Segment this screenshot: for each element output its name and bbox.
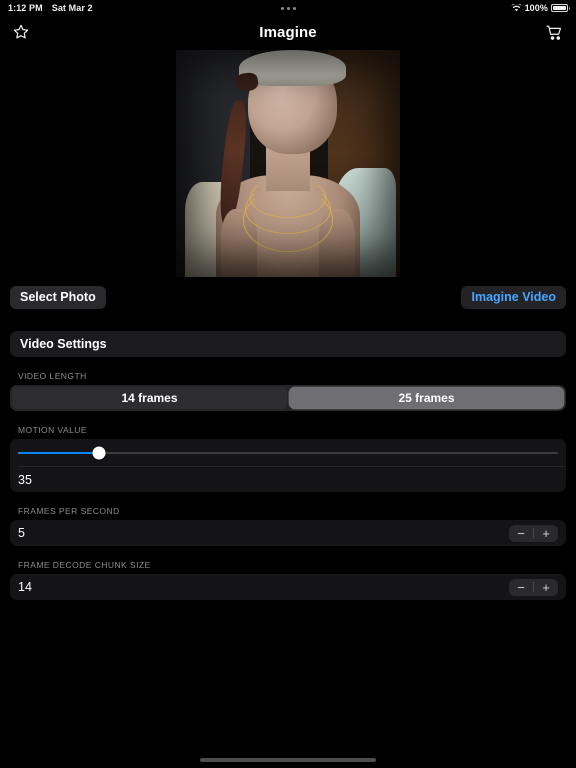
status-date: Sat Mar 2 xyxy=(51,3,93,13)
increment-icon[interactable]: + xyxy=(534,527,558,540)
selected-photo[interactable] xyxy=(176,50,400,277)
frames-per-second-value: 5 xyxy=(18,526,25,540)
frames-per-second-label: FRAMES PER SECOND xyxy=(18,506,120,516)
decrement-icon[interactable]: − xyxy=(509,581,533,594)
wifi-icon xyxy=(510,4,522,12)
frame-decode-chunk-size-label: FRAME DECODE CHUNK SIZE xyxy=(18,560,151,570)
app-screen: 1:12 PM Sat Mar 2 100% Imagine Select Ph… xyxy=(0,0,576,768)
video-settings-header: Video Settings xyxy=(10,331,566,357)
frames-per-second-stepper[interactable]: − + xyxy=(509,524,558,542)
imagine-video-button[interactable]: Imagine Video xyxy=(461,285,566,309)
cart-icon[interactable] xyxy=(545,23,564,42)
segment-25-frames[interactable]: 25 frames xyxy=(289,387,564,409)
increment-icon[interactable]: + xyxy=(534,581,558,594)
status-bar-left: 1:12 PM Sat Mar 2 xyxy=(8,3,93,13)
select-photo-button[interactable]: Select Photo xyxy=(10,285,106,309)
motion-value-slider-track[interactable] xyxy=(18,446,558,459)
status-time: 1:12 PM xyxy=(8,3,43,13)
segment-14-frames[interactable]: 14 frames xyxy=(12,387,287,409)
frame-decode-chunk-size-stepper[interactable]: − + xyxy=(509,578,558,596)
frame-decode-chunk-size-row: 14 − + xyxy=(10,574,566,600)
dot-icon xyxy=(286,6,290,10)
motion-value-slider-row[interactable] xyxy=(10,439,566,466)
video-length-label: VIDEO LENGTH xyxy=(18,371,87,381)
action-row: Select Photo Imagine Video xyxy=(0,285,576,309)
motion-value-display: 35 xyxy=(18,472,32,487)
motion-value-slider-thumb[interactable] xyxy=(92,446,106,459)
motion-value-card: 35 xyxy=(10,439,566,492)
photo-preview-container xyxy=(0,50,576,277)
video-length-segmented-control[interactable]: 14 frames 25 frames xyxy=(10,385,566,411)
motion-value-slider-fill xyxy=(18,451,99,454)
dot-icon xyxy=(292,6,296,10)
page-title: Imagine xyxy=(259,23,317,41)
status-bar: 1:12 PM Sat Mar 2 100% xyxy=(0,0,576,16)
battery-percent: 100% xyxy=(524,3,548,13)
navigation-bar: Imagine xyxy=(0,16,576,48)
star-icon[interactable] xyxy=(12,23,30,41)
battery-full-icon xyxy=(551,4,570,12)
settings-content: Video Settings VIDEO LENGTH 14 frames 25… xyxy=(0,331,576,600)
home-indicator[interactable] xyxy=(200,758,376,762)
motion-value-label: MOTION VALUE xyxy=(18,425,88,435)
dot-icon xyxy=(280,6,284,10)
frames-per-second-row: 5 − + xyxy=(10,520,566,546)
decrement-icon[interactable]: − xyxy=(509,527,533,540)
status-bar-right: 100% xyxy=(510,3,570,13)
frame-decode-chunk-size-value: 14 xyxy=(18,580,32,594)
